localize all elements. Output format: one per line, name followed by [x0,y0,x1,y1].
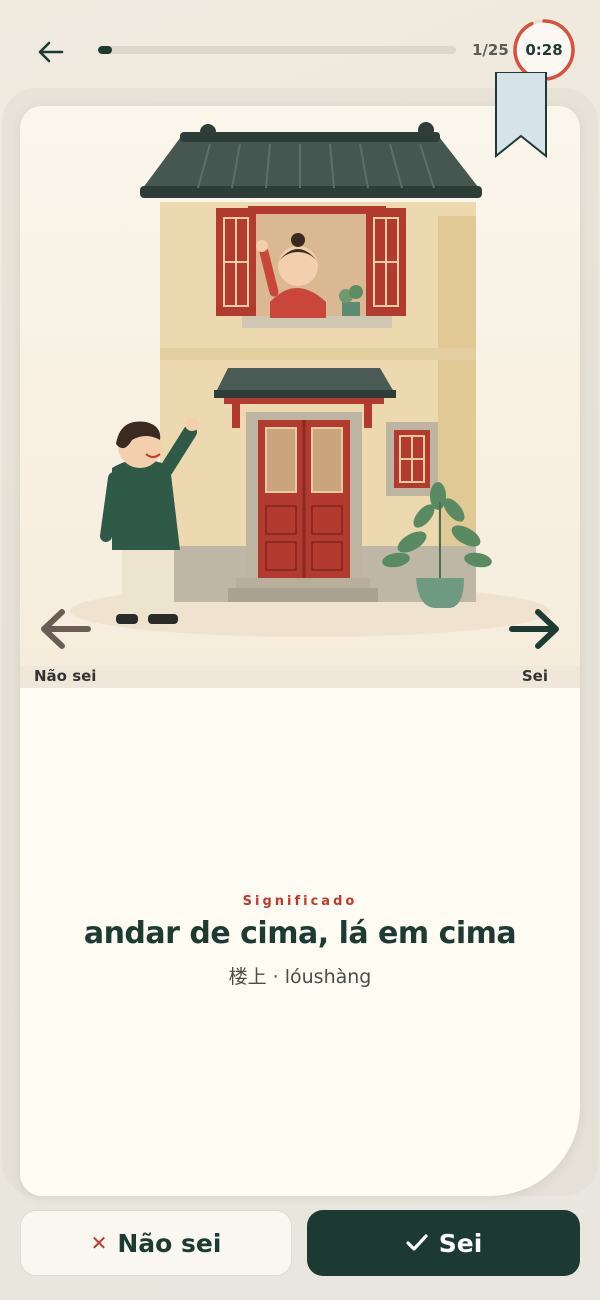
back-button[interactable] [28,30,72,74]
dont-know-button[interactable]: ✕ Não sei [20,1210,292,1276]
progress-fill [98,46,113,54]
swipe-hint-bar [20,666,580,688]
flashcard[interactable]: Não sei Sei Significado andar de cima, l… [20,106,580,1196]
swipe-right-label: Sei [521,667,548,685]
progress-counter: 1/25 [472,41,509,59]
check-icon [406,1234,428,1251]
word-reading: 楼上 · lóushàng [228,966,372,988]
x-icon: ✕ [90,1231,108,1255]
know-button[interactable]: Sei [307,1210,580,1276]
house-illustration [20,106,580,686]
bookmark-icon[interactable] [494,72,548,158]
progress-bar [98,46,456,54]
dont-know-label: Não sei [117,1228,222,1258]
swipe-left-label: Não sei [34,667,97,685]
swipe-left-arrow-icon [41,609,91,649]
flashcard-screen: 1/25 0:28 Não sei Sei Significado andar … [0,0,600,1300]
meaning-label: Significado [242,894,358,909]
arrow-left-icon [38,41,64,63]
know-label: Sei [438,1228,483,1258]
swipe-right-arrow-icon [509,609,559,649]
meaning-text: andar de cima, lá em cima [83,916,517,951]
